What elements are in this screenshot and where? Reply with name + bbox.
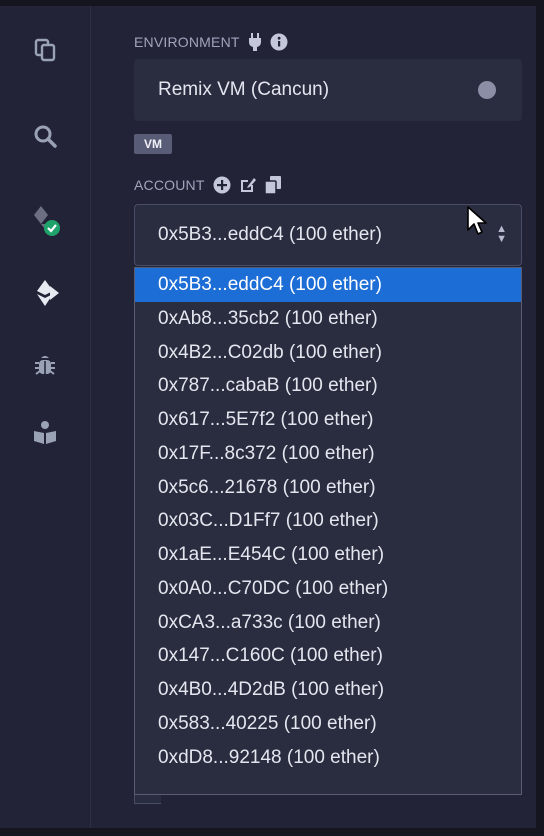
add-account-icon[interactable]	[213, 176, 231, 194]
account-option[interactable]: 0x147...C160C (100 ether)	[135, 639, 521, 673]
account-selected-value: 0x5B3...eddC4 (100 ether)	[158, 224, 382, 245]
info-icon[interactable]	[270, 33, 288, 51]
environment-label-row: ENVIRONMENT	[134, 33, 288, 51]
solidity-compiler-icon[interactable]	[0, 188, 90, 252]
environment-label: ENVIRONMENT	[134, 34, 240, 50]
deploy-run-icon[interactable]	[0, 261, 90, 325]
hidden-field-edge	[134, 795, 161, 804]
account-option[interactable]: 0x0A0...C70DC (100 ether)	[135, 572, 521, 606]
account-option[interactable]: 0x583...40225 (100 ether)	[135, 707, 521, 741]
account-option[interactable]: 0x787...cabaB (100 ether)	[135, 369, 521, 403]
window-right-border	[536, 0, 544, 836]
window-bottom-border	[0, 828, 544, 836]
account-option[interactable]: 0x03C...D1Ff7 (100 ether)	[135, 504, 521, 538]
account-option[interactable]: 0x4B2...C02db (100 ether)	[135, 336, 521, 370]
vm-badge: VM	[134, 134, 172, 154]
account-option[interactable]: 0x617...5E7f2 (100 ether)	[135, 403, 521, 437]
account-option[interactable]: 0xCA3...a733c (100 ether)	[135, 606, 521, 640]
copy-icon[interactable]	[264, 176, 281, 194]
select-arrow-icon	[478, 81, 496, 99]
account-option[interactable]: 0x5c6...21678 (100 ether)	[135, 471, 521, 505]
account-label: ACCOUNT	[134, 177, 205, 193]
mouse-pointer-icon	[467, 206, 487, 235]
account-option[interactable]: 0xAb8...35cb2 (100 ether)	[135, 302, 521, 336]
icon-sidebar	[0, 6, 91, 828]
account-option[interactable]: 0x1aE...E454C (100 ether)	[135, 538, 521, 572]
account-select[interactable]: 0x5B3...eddC4 (100 ether) ▲ ▼	[134, 204, 522, 266]
select-updown-icon: ▲ ▼	[496, 223, 507, 245]
learneth-icon[interactable]	[0, 400, 90, 464]
environment-select[interactable]: Remix VM (Cancun)	[134, 59, 522, 121]
account-option[interactable]: 0xdD8...92148 (100 ether)	[135, 741, 521, 775]
search-icon[interactable]	[0, 104, 90, 168]
account-option[interactable]: 0x5B3...eddC4 (100 ether)	[135, 268, 521, 302]
account-option[interactable]: 0x4B0...4D2dB (100 ether)	[135, 673, 521, 707]
environment-selected-value: Remix VM (Cancun)	[158, 79, 330, 100]
edit-icon[interactable]	[239, 176, 257, 194]
debugger-icon[interactable]	[0, 333, 90, 397]
file-explorer-icon[interactable]	[0, 18, 90, 82]
account-dropdown-list: 0x5B3...eddC4 (100 ether) 0xAb8...35cb2 (…	[134, 267, 522, 795]
plug-icon[interactable]	[248, 33, 262, 51]
account-label-row: ACCOUNT	[134, 176, 281, 194]
account-option[interactable]: 0x17F...8c372 (100 ether)	[135, 437, 521, 471]
